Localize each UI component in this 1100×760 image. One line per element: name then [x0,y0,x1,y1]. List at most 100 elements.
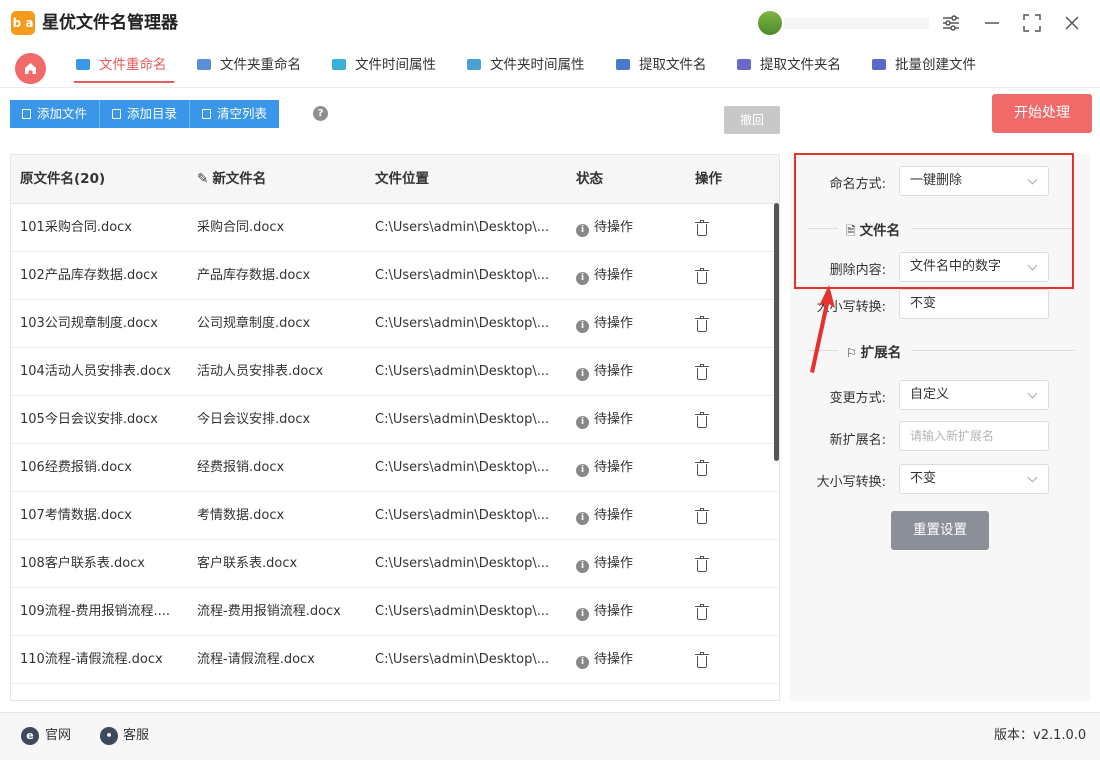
status-cell: i 待操作 [576,252,676,300]
tab-extract-filename[interactable]: 提取文件名 [616,54,707,82]
extract-filename-icon [616,59,630,70]
table-row[interactable]: 107考情数据.docx 考情数据.docx C:\Users\admin\Desk… [11,492,779,540]
table-row[interactable]: 110流程-请假流程.docx 流程-请假流程.docx C:\Users\admi… [11,636,779,684]
delete-row-button[interactable] [695,684,725,700]
active-tab-underline [74,81,174,83]
status-cell: i 待操作 [576,636,676,684]
delete-row-button[interactable] [695,300,725,348]
maximize-button[interactable] [1019,10,1045,36]
location-cell: C:\Users\admin\Desktop\... [375,460,550,475]
original-name-cell: 104活动人员安排表.docx [20,364,171,379]
settings-sliders-icon[interactable] [938,10,964,36]
tab-folder-time[interactable]: 文件夹时间属性 [467,54,585,82]
delete-row-button[interactable] [695,444,725,492]
clear-list-button[interactable]: 清空列表 [190,100,280,128]
trash-icon [695,507,709,524]
trash-icon [695,603,709,620]
delete-row-button[interactable] [695,636,725,684]
minimize-button[interactable] [979,10,1005,36]
file-time-icon [332,59,346,70]
new-extension-label: 新扩展名: [829,433,886,448]
new-name-cell: 公司规章制度.docx [197,316,311,331]
delete-row-button[interactable] [695,252,725,300]
info-icon: i [576,272,589,285]
trash-icon [695,555,709,572]
table-row[interactable]: 101采购合同.docx 采购合同.docx C:\Users\admin\Desk… [11,204,779,252]
user-name-redacted [784,18,929,29]
table-scrollbar[interactable] [774,203,779,461]
location-cell: C:\Users\admin\Desktop\... [375,412,550,427]
trash-icon [695,219,709,236]
home-button[interactable] [15,53,46,84]
user-avatar[interactable] [758,11,782,35]
delete-row-button[interactable] [695,396,725,444]
header-status: 状态 [576,171,603,187]
trash-icon [695,459,709,476]
table-row[interactable]: 102产品库存数据.docx 产品库存数据.docx C:\Users\admin\… [11,252,779,300]
new-name-cell: 考情数据.docx [197,508,285,523]
status-cell: i 待操作 [576,588,676,636]
status-cell: i 待操作 [576,444,676,492]
info-icon: i [576,368,589,381]
footer [0,713,1100,760]
section-divider [912,350,1075,351]
table-row[interactable]: 108客户联系表.docx 客户联系表.docx C:\Users\admin\De… [11,540,779,588]
reset-settings-button[interactable]: 重置设置 [891,511,989,550]
close-button[interactable] [1059,10,1085,36]
table-row[interactable]: 106经费报销.docx 经费报销.docx C:\Users\admin\Desk… [11,444,779,492]
tab-folder-rename[interactable]: 文件夹重命名 [197,54,301,82]
new-name-cell: 采购合同.docx [197,220,285,235]
edit-icon: ✎ [197,171,209,187]
case-conversion-select[interactable]: 不变 [899,289,1049,319]
website-icon: e [21,727,39,745]
new-extension-input[interactable]: 请输入新扩展名 [899,421,1049,451]
tab-extract-foldername[interactable]: 提取文件夹名 [737,54,841,82]
extract-foldername-icon [737,59,751,70]
highlight-annotation-box [794,153,1074,289]
undo-button[interactable]: 撤回 [724,106,780,134]
delete-row-button[interactable] [695,540,725,588]
table-row[interactable] [11,684,779,700]
new-name-cell: 产品库存数据.docx [197,268,311,283]
delete-row-button[interactable] [695,588,725,636]
status-cell: i 待操作 [576,540,676,588]
location-cell: C:\Users\admin\Desktop\... [375,556,550,571]
website-link[interactable]: 官网 [45,727,71,745]
ext-case-conversion-select[interactable]: 不变 [899,464,1049,494]
table-row[interactable]: 104活动人员安排表.docx 活动人员安排表.docx C:\Users\admi… [11,348,779,396]
delete-row-button[interactable] [695,348,725,396]
tab-file-rename[interactable]: 文件重命名 [76,54,167,82]
new-name-cell: 流程-费用报销流程.docx [197,604,341,619]
new-name-cell: 流程-请假流程.docx [197,652,315,667]
help-icon[interactable]: ? [313,106,328,121]
app-title: 星优文件名管理器 [42,13,178,33]
trash-icon [695,363,709,380]
app-logo: b a [11,11,35,35]
change-mode-select[interactable]: 自定义 [899,380,1049,410]
folder-rename-icon [197,59,211,70]
add-directory-button[interactable]: 添加目录 [100,100,191,128]
original-name-cell: 105今日会议安排.docx [20,412,158,427]
status-cell: i 待操作 [576,492,676,540]
delete-row-button[interactable] [695,204,725,252]
original-name-cell: 108客户联系表.docx [20,556,145,571]
add-file-button[interactable]: 添加文件 [10,100,101,128]
chat-icon: • [100,727,118,745]
table-row[interactable]: 109流程-费用报销流程.... 流程-费用报销流程.docx C:\Users\a… [11,588,779,636]
table-row[interactable]: 105今日会议安排.docx 今日会议安排.docx C:\Users\admin\… [11,396,779,444]
trash-icon [202,109,212,119]
tab-file-time[interactable]: 文件时间属性 [332,54,436,82]
trash-icon [695,651,709,668]
original-name-cell: 106经费报销.docx [20,460,132,475]
status-cell: i 待操作 [576,396,676,444]
table-row[interactable]: 103公司规章制度.docx 公司规章制度.docx C:\Users\admin\… [11,300,779,348]
support-link[interactable]: 客服 [123,727,149,745]
tab-batch-create[interactable]: 批量创建文件 [872,54,976,82]
start-processing-button[interactable]: 开始处理 [992,94,1092,133]
info-icon: i [576,656,589,669]
info-icon: i [576,512,589,525]
location-cell: C:\Users\admin\Desktop\... [375,364,550,379]
table-body: 101采购合同.docx 采购合同.docx C:\Users\admin\Desk… [11,204,779,700]
delete-row-button[interactable] [695,492,725,540]
new-name-cell: 经费报销.docx [197,460,285,475]
